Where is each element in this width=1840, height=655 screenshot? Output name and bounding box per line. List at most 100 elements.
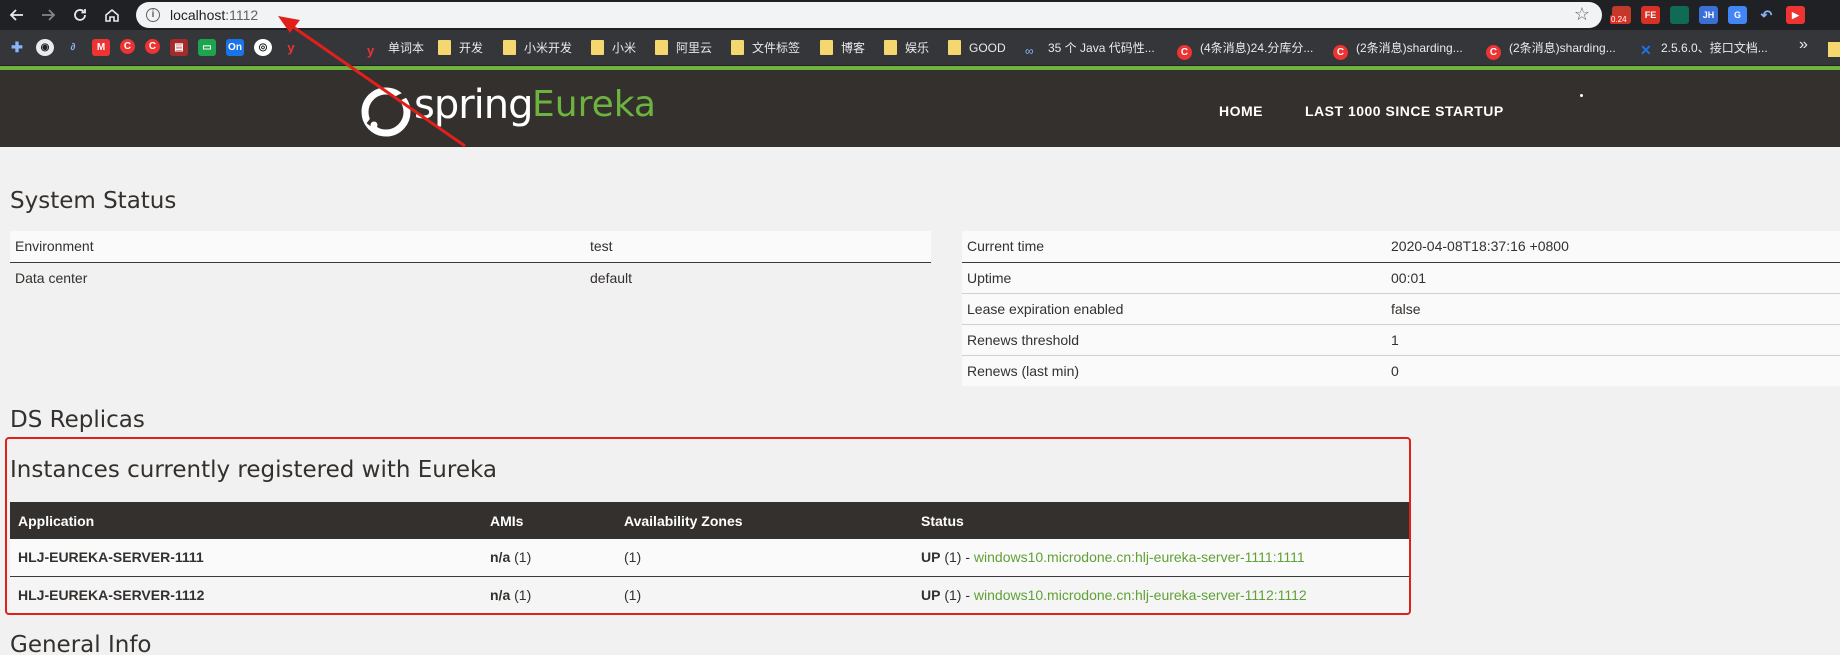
extension-undo-icon[interactable]: ↶ <box>1757 6 1776 24</box>
bookmark-label: 文件标签 <box>752 41 801 55</box>
bookmark-list: y 单词本 开发 小米开发 小米 阿里云 文件标签 博客 娱乐 GOOD ∞ 35 … <box>0 30 1840 66</box>
bookmarks-bar: ✚ ◉ ∂ M C C ▤ ▭ On ◎ y y 单词本 开发 小米开发 小米 阿… <box>0 30 1840 66</box>
folder-icon <box>884 40 897 55</box>
bookmark-label: 开发 <box>459 41 484 55</box>
row-value: 0 <box>1386 354 1840 386</box>
confluence-icon: ✕ <box>1640 42 1652 58</box>
ds-replicas-heading: DS Replicas <box>10 407 145 433</box>
folder-icon <box>503 40 516 55</box>
bookmark-item[interactable]: GOOD <box>948 39 1006 57</box>
bookmark-item[interactable]: ∞ 35 个 Java 代码性... <box>1025 39 1155 58</box>
row-value: default <box>590 269 633 286</box>
table-row: Renews (last min) 0 <box>962 354 1840 386</box>
row-value: 1 <box>1386 323 1840 355</box>
back-icon[interactable] <box>5 3 29 27</box>
bookmark-label: 小米开发 <box>524 41 573 55</box>
nav-home-link[interactable]: HOME <box>1219 103 1263 119</box>
bookmark-label: (2条消息)sharding... <box>1356 41 1463 55</box>
extension-play-icon[interactable]: ▶ <box>1786 6 1805 24</box>
row-label: Current time <box>962 231 1386 263</box>
extension-fe-icon[interactable]: FE <box>1641 6 1660 24</box>
table-row: Uptime 00:01 <box>962 261 1840 293</box>
row-label: Renews (last min) <box>962 354 1386 386</box>
row-value: 00:01 <box>1386 261 1840 293</box>
youdao-icon: y <box>367 43 375 58</box>
bookmark-label: 2.5.6.0、接口文档... <box>1661 41 1768 55</box>
bookmark-label: 娱乐 <box>905 41 930 55</box>
table-row: Current time 2020-04-08T18:37:16 +0800 <box>962 231 1840 263</box>
folder-icon <box>438 40 451 55</box>
folder-icon <box>820 40 833 55</box>
bookmark-star-icon[interactable]: ☆ <box>1574 4 1590 25</box>
url-port: :1112 <box>225 7 259 23</box>
row-label: Lease expiration enabled <box>962 292 1386 324</box>
bookmark-item[interactable]: 娱乐 <box>884 39 929 57</box>
page-content: System Status Environment test Data cent… <box>0 147 1840 655</box>
bookmark-item[interactable]: C (2条消息)sharding... <box>1486 39 1616 60</box>
bookmark-label: (4条消息)24.分库分... <box>1200 41 1314 55</box>
bookmark-item[interactable]: y 单词本 <box>367 39 425 58</box>
forward-icon[interactable] <box>36 3 60 27</box>
bookmark-item[interactable]: C (4条消息)24.分库分... <box>1177 39 1314 60</box>
table-row: Data center default <box>10 262 931 293</box>
row-label: Renews threshold <box>962 323 1386 355</box>
browser-toolbar: i localhost:1112 ☆ 0.24 FE JH G ↶ ▶ <box>0 0 1840 30</box>
extension-jh-icon[interactable]: JH <box>1699 6 1718 24</box>
url-host: localhost <box>170 7 226 23</box>
row-value: 2020-04-08T18:37:16 +0800 <box>1386 231 1840 263</box>
annotation-highlight-box <box>5 437 1411 615</box>
eureka-navbar: spring Eureka HOME LAST 1000 SINCE START… <box>0 66 1840 147</box>
row-label: Data center <box>15 269 88 286</box>
more-bookmarks-icon[interactable]: » <box>1799 36 1808 54</box>
bookmark-item[interactable]: 小米 <box>591 39 636 57</box>
bookmark-item[interactable]: 阿里云 <box>655 39 712 57</box>
bookmark-item[interactable]: 博客 <box>820 39 865 57</box>
address-bar[interactable]: i localhost:1112 ☆ <box>136 2 1602 28</box>
reload-icon[interactable] <box>68 3 92 27</box>
table-row: Renews threshold 1 <box>962 323 1840 355</box>
url-text[interactable]: localhost:1112 <box>170 7 258 23</box>
bookmark-label: (2条消息)sharding... <box>1509 41 1616 55</box>
decorative-dot <box>1580 94 1583 97</box>
folder-icon[interactable] <box>1828 42 1840 57</box>
row-value: test <box>585 231 931 263</box>
row-label: Environment <box>10 231 585 263</box>
folder-icon <box>948 40 961 55</box>
environment-table: Environment test Data center default <box>10 231 931 293</box>
extension-badge: 0.24 <box>1610 15 1628 24</box>
info-icon[interactable]: i <box>146 8 160 22</box>
bookmark-item[interactable]: 小米开发 <box>503 39 572 57</box>
spring-leaf-icon[interactable] <box>359 85 413 139</box>
extension-speed-icon[interactable]: 0.24 <box>1610 6 1631 24</box>
csdn-icon: C <box>1177 45 1192 60</box>
logo-spring-text[interactable]: spring <box>414 82 534 128</box>
row-value: false <box>1386 292 1840 324</box>
bookmark-label: 单词本 <box>388 41 425 55</box>
bookmark-item[interactable]: C (2条消息)sharding... <box>1333 39 1463 60</box>
logo-eureka-text[interactable]: Eureka <box>532 84 656 125</box>
bookmark-label: 阿里云 <box>676 41 713 55</box>
folder-icon <box>591 40 604 55</box>
extension-grid-icon[interactable] <box>1670 6 1689 24</box>
nav-last-1000-link[interactable]: LAST 1000 SINCE STARTUP <box>1305 103 1504 119</box>
folder-icon <box>655 40 668 55</box>
extension-icons: 0.24 FE JH G ↶ ▶ <box>1610 6 1805 24</box>
bookmark-item[interactable]: ✕ 2.5.6.0、接口文档... <box>1640 39 1768 58</box>
bookmark-label: 35 个 Java 代码性... <box>1048 41 1155 55</box>
bookmark-label: GOOD <box>969 41 1006 55</box>
folder-icon <box>731 40 744 55</box>
row-label: Uptime <box>962 261 1386 293</box>
table-row: Lease expiration enabled false <box>962 292 1840 324</box>
bookmark-item[interactable]: 开发 <box>438 39 483 57</box>
link-icon: ∞ <box>1025 44 1034 58</box>
csdn-icon: C <box>1486 45 1501 60</box>
status-time-table: Current time 2020-04-08T18:37:16 +0800 U… <box>962 231 1840 386</box>
extension-translate-icon[interactable]: G <box>1728 6 1747 24</box>
csdn-icon: C <box>1333 45 1348 60</box>
system-status-heading: System Status <box>10 188 177 214</box>
home-icon[interactable] <box>100 3 124 27</box>
bookmark-item[interactable]: 文件标签 <box>731 39 800 57</box>
table-row: Environment test <box>10 231 931 263</box>
general-info-heading: General Info <box>10 632 152 655</box>
bookmark-label: 博客 <box>841 41 866 55</box>
